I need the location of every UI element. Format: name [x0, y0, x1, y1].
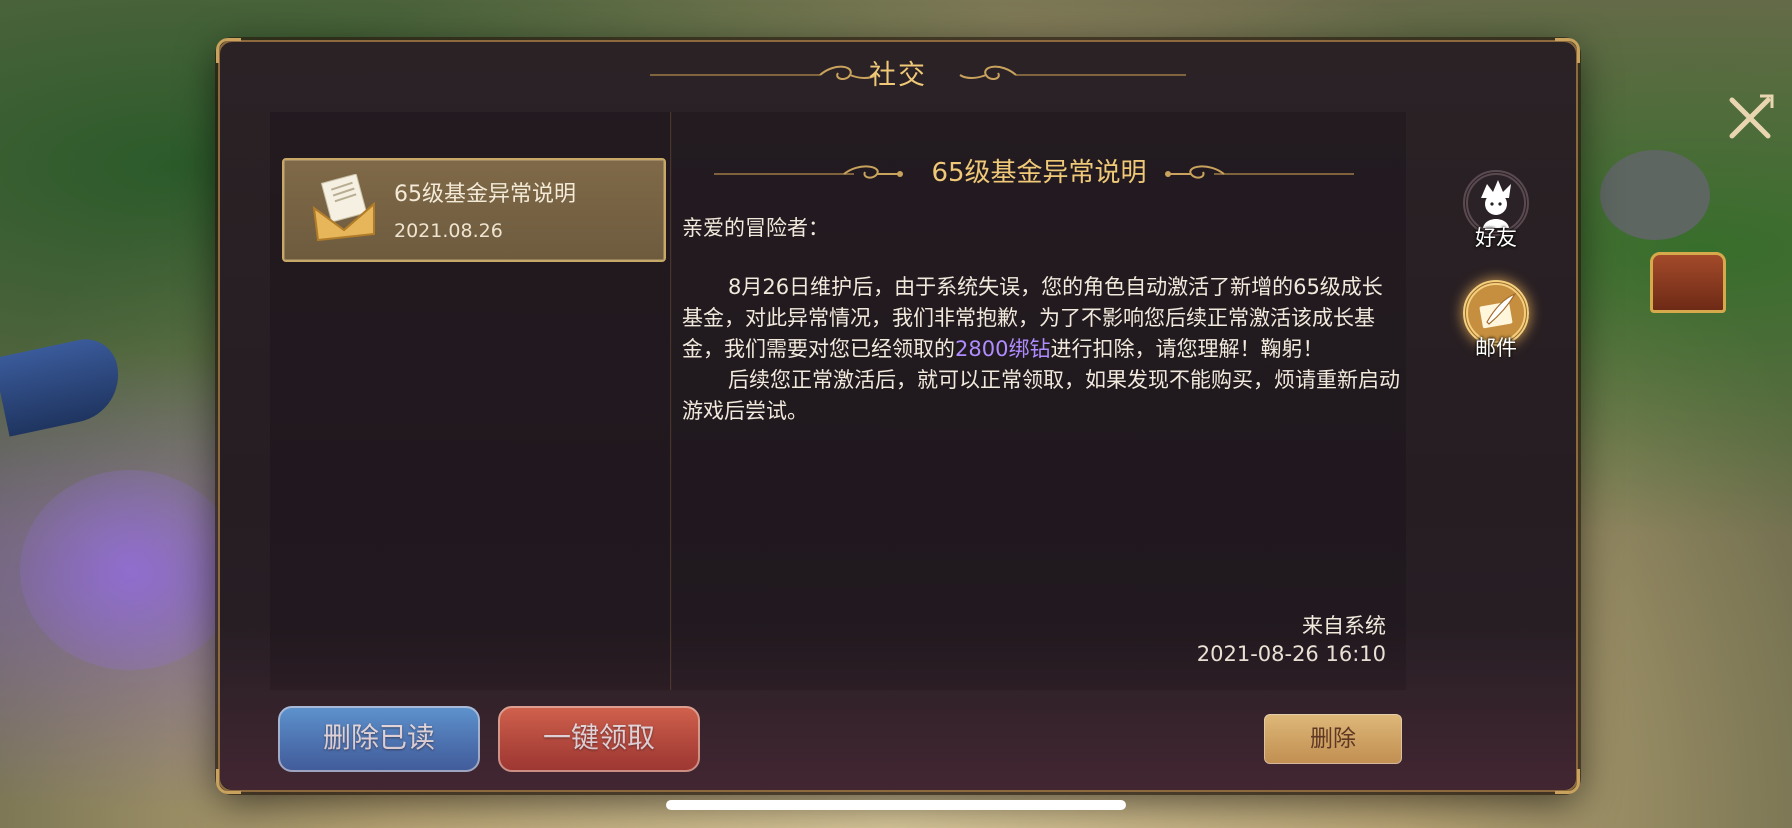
mail-content: 65级基金异常说明 亲爱的冒险者： 8月26日维护后，由于系统失误，您的角色自动… [672, 112, 1406, 690]
delete-button[interactable]: 删除 [1264, 714, 1402, 764]
panel-title: 社交 [869, 60, 927, 91]
close-icon[interactable] [1724, 92, 1776, 144]
panel-corner-ornament [1555, 769, 1580, 794]
mail-sender: 来自系统 [1302, 614, 1386, 638]
panel-corner-ornament [216, 769, 241, 794]
mail-content-title: 65级基金异常说明 [931, 158, 1147, 188]
mail-paragraph-2: 后续您正常激活后，就可以正常领取，如果发现不能购买，烦请重新启动游戏后尝试。 [682, 368, 1400, 423]
social-panel: 社交 65级基金异常说明 2021.08.26 65级基金异常说明 亲爱的冒险者… [216, 38, 1774, 794]
tab-mail[interactable]: 邮件 [1460, 280, 1532, 362]
tab-friends-label: 好友 [1475, 226, 1517, 250]
delete-read-button[interactable]: 删除已读 [278, 706, 480, 772]
envelope-icon [312, 174, 375, 242]
content-title-right-flourish [1165, 165, 1354, 179]
mail-item-date: 2021.08.26 [394, 220, 503, 242]
mail-highlight-amount: 2800绑钻 [955, 337, 1051, 361]
mail-body: 8月26日维护后，由于系统失误，您的角色自动激活了新增的65级成长基金，对此异常… [682, 272, 1402, 427]
background-rock [1600, 150, 1710, 240]
home-indicator[interactable] [666, 800, 1126, 810]
claim-all-button[interactable]: 一键领取 [498, 706, 700, 772]
tab-mail-label: 邮件 [1475, 336, 1517, 360]
background-rock [20, 470, 240, 670]
title-right-flourish [959, 65, 1186, 81]
mail-paragraph-1-end: 进行扣除，请您理解！鞠躬！ [1050, 337, 1324, 361]
mail-item-title: 65级基金异常说明 [394, 182, 576, 207]
mail-list: 65级基金异常说明 2021.08.26 [270, 112, 671, 690]
mail-greeting: 亲爱的冒险者： [682, 216, 829, 240]
background-boat [0, 333, 128, 437]
mail-timestamp: 2021-08-26 16:10 [1196, 642, 1386, 666]
background-treasure-chest [1650, 252, 1726, 313]
tab-friends[interactable]: 好友 [1460, 170, 1532, 252]
mail-list-item[interactable]: 65级基金异常说明 2021.08.26 [282, 158, 666, 262]
panel-header: 社交 [220, 56, 1576, 96]
